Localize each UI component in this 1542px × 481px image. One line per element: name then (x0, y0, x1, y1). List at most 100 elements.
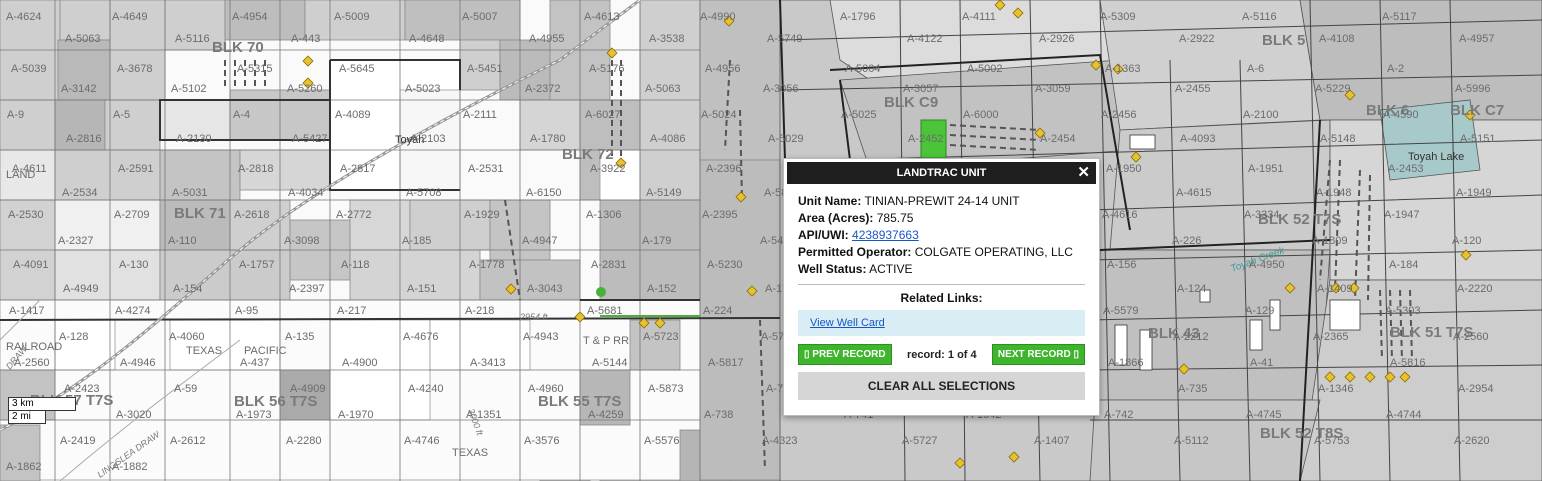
abstract-label: A-2560 (1453, 331, 1488, 343)
abstract-label: A-2560 (14, 357, 49, 369)
area-label: Area (Acres): (798, 211, 874, 225)
abstract-label: A-5873 (648, 383, 683, 395)
abstract-label: A-2365 (1313, 331, 1348, 343)
abstract-label: A-152 (647, 283, 676, 295)
abstract-label: A-6027 (585, 109, 620, 121)
abstract-label: A-4956 (705, 63, 740, 75)
road-label: 2954 ft (519, 312, 548, 322)
abstract-label: A-4259 (588, 409, 623, 421)
record-counter: record: 1 of 4 (906, 348, 977, 361)
block-label: BLK C7 (1450, 102, 1504, 119)
abstract-label: A-2103 (410, 133, 445, 145)
abstract-label: A-4909 (290, 383, 325, 395)
abstract-label: A-151 (407, 283, 436, 295)
abstract-label: A-4274 (115, 305, 150, 317)
operator-value: COLGATE OPERATING, LLC (914, 245, 1073, 259)
abstract-label: A-5002 (967, 63, 1002, 75)
abstract-label: A-4624 (6, 11, 41, 23)
abstract-label: A-3678 (117, 63, 152, 75)
abstract-label: A-5025 (841, 109, 876, 121)
abstract-label: A-5023 (405, 83, 440, 95)
abstract-label: A-4611 (12, 163, 47, 175)
owner-label: T & P RR (583, 335, 629, 347)
abstract-label: A-5004 (845, 63, 880, 75)
abstract-label: A-5229 (1315, 83, 1350, 95)
abstract-label: A-1809 (1312, 235, 1347, 247)
abstract-label: A-2212 (1173, 331, 1208, 343)
operator-label: Permitted Operator: (798, 245, 912, 259)
abstract-label: A-4086 (650, 133, 685, 145)
abstract-label: A-1949 (1456, 187, 1491, 199)
abstract-label: A-5708 (406, 187, 441, 199)
abstract-label: A-130 (119, 259, 148, 271)
abstract-label: A-5260 (287, 83, 322, 95)
abstract-label: A-5315 (237, 63, 272, 75)
abstract-label: A-4122 (907, 33, 942, 45)
abstract-label: A-2456 (1101, 109, 1136, 121)
abstract-label: A-4060 (169, 331, 204, 343)
abstract-label: A-120 (1452, 235, 1481, 247)
abstract-label: A-4108 (1319, 33, 1354, 45)
abstract-label: A-3538 (649, 33, 684, 45)
abstract-label: A-4900 (342, 357, 377, 369)
abstract-label: A-4648 (409, 33, 444, 45)
close-icon[interactable]: ✕ (1077, 162, 1090, 184)
abstract-label: A-5029 (768, 133, 803, 145)
block-label: BLK 70 (212, 39, 264, 56)
abstract-label: A-5753 (1314, 435, 1349, 447)
abstract-label: A-156 (1107, 259, 1136, 271)
abstract-label: A-1780 (530, 133, 565, 145)
abstract-label: A-59 (174, 383, 197, 395)
prev-record-button[interactable]: ▯ PREV RECORD (798, 344, 892, 365)
abstract-label: A-1973 (236, 409, 271, 421)
scale-bar: 3 km 2 mi (8, 397, 104, 424)
abstract-label: A-4990 (700, 11, 735, 23)
status-label: Well Status: (798, 262, 867, 276)
abstract-label: A-5063 (645, 83, 680, 95)
abstract-label: A-2709 (114, 209, 149, 221)
view-well-card-link[interactable]: View Well Card (810, 317, 885, 329)
abstract-label: A-2531 (468, 163, 503, 175)
abstract-label: A-5451 (467, 63, 502, 75)
abstract-label: A-1409 (1317, 283, 1352, 295)
abstract-label: A-2397 (289, 283, 324, 295)
abstract-label: A-735 (1178, 383, 1207, 395)
abstract-label: A-2926 (1039, 33, 1074, 45)
abstract-label: A-4 (233, 109, 250, 121)
abstract-label: A-443 (291, 33, 320, 45)
owner-label: RAILROAD (6, 341, 62, 353)
abstract-label: A-135 (285, 331, 314, 343)
abstract-label: A-3142 (61, 83, 96, 95)
abstract-label: A-6000 (963, 109, 998, 121)
popup-body: Unit Name: TINIAN-PREWIT 24-14 UNIT Area… (784, 184, 1099, 400)
map-canvas[interactable]: BLK 70BLK 71BLK 72BLK C9BLK 5BLK 6 BLK C7… (0, 0, 1542, 481)
api-link[interactable]: 4238937663 (852, 228, 919, 242)
abstract-label: A-4089 (335, 109, 370, 121)
abstract-label: A-4323 (762, 435, 797, 447)
related-link-box: View Well Card (798, 310, 1085, 336)
abstract-label: A-2591 (118, 163, 153, 175)
abstract-label: A-4946 (120, 357, 155, 369)
abstract-label: A-5144 (592, 357, 627, 369)
abstract-label: A-5031 (172, 187, 207, 199)
next-record-button[interactable]: NEXT RECORD ▯ (991, 344, 1085, 365)
abstract-label: A-4943 (523, 331, 558, 343)
abstract-label: A-4615 (1176, 187, 1211, 199)
abstract-label: A-4949 (63, 283, 98, 295)
abstract-label: A-2816 (66, 133, 101, 145)
abstract-label: A-5579 (1103, 305, 1138, 317)
abstract-label: A-184 (1389, 259, 1418, 271)
clear-all-selections-button[interactable]: CLEAR ALL SELECTIONS (798, 372, 1085, 400)
abstract-label: A-5112 (1174, 435, 1209, 447)
abstract-label: A-4744 (1386, 409, 1421, 421)
block-label: BLK 5 (1262, 32, 1305, 49)
area-value: 785.75 (876, 211, 914, 225)
abstract-label: A-4746 (404, 435, 439, 447)
owner-label: PACIFIC (244, 345, 287, 357)
abstract-label: A-5009 (334, 11, 369, 23)
abstract-label: A-5116 (1242, 11, 1277, 23)
abstract-label: A-3059 (1035, 83, 1070, 95)
abstract-label: A-3334 (1244, 209, 1279, 221)
unit-info-popup[interactable]: LANDTRAC UNIT ✕ Unit Name: TINIAN-PREWIT… (783, 158, 1100, 416)
abstract-label: A-4947 (522, 235, 557, 247)
